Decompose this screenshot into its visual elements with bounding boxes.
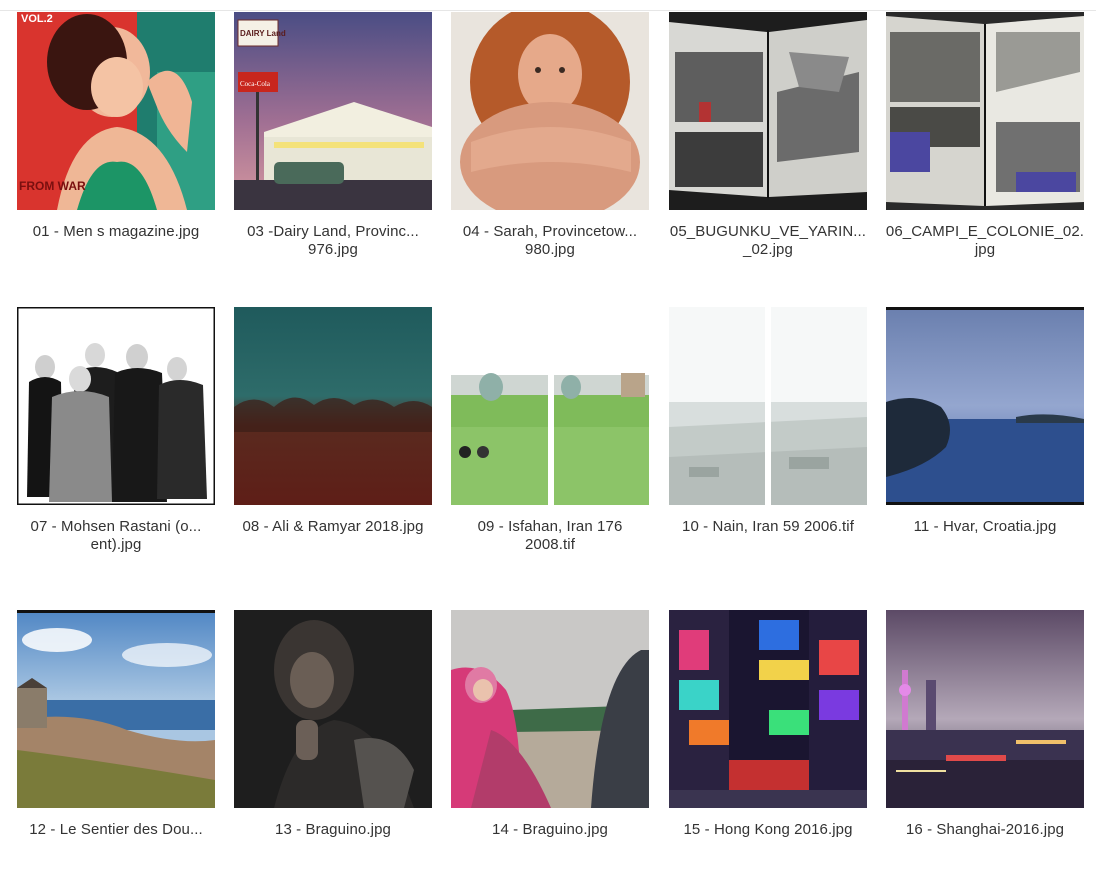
file-name-line2: 980.jpg [525, 241, 575, 258]
file-name: 01 - Men s magazine.jpg [11, 223, 221, 241]
image-grid: VOL.2 FROM WAR 01 - Men s magazine.jpg D… [0, 0, 1096, 848]
thumbnail-image[interactable] [669, 307, 867, 505]
thumbnail-image[interactable] [17, 610, 215, 808]
file-name-line1: 14 - Braguino.jpg [492, 821, 608, 838]
coke-sign-text: Coca-Cola [240, 80, 271, 88]
gallery-item[interactable]: 11 - Hvar, Croatia.jpg [886, 307, 1084, 587]
file-name-line2: 2008.tif [524, 536, 575, 553]
thumbnail-image[interactable] [234, 610, 432, 808]
gallery-item[interactable]: 13 - Braguino.jpg [234, 610, 432, 890]
file-name: 12 - Le Sentier des Dou... [11, 821, 221, 839]
gallery-item[interactable]: 09 - Isfahan, Iran 176 2008.tif [451, 307, 649, 587]
thumbnail-image[interactable]: VOL.2 FROM WAR [17, 12, 215, 210]
file-name: 11 - Hvar, Croatia.jpg [880, 518, 1090, 536]
gallery-item[interactable]: 12 - Le Sentier des Dou... [17, 610, 215, 890]
file-name: 07 - Mohsen Rastani (o... ent).jpg [11, 518, 221, 554]
gallery-item[interactable]: 14 - Braguino.jpg [451, 610, 649, 890]
gallery-item[interactable]: 06_CAMPI_E_COLONIE_02. jpg [886, 12, 1084, 292]
gallery-item[interactable]: 16 - Shanghai-2016.jpg [886, 610, 1084, 890]
file-name-line1: 09 - Isfahan, Iran 176 [477, 518, 623, 535]
file-name-line1: 10 - Nain, Iran 59 2006.tif [682, 518, 854, 535]
file-name-line1: 01 - Men s magazine.jpg [32, 223, 200, 240]
file-name-line1: 15 - Hong Kong 2016.jpg [683, 821, 853, 838]
gallery-item[interactable]: 10 - Nain, Iran 59 2006.tif [669, 307, 867, 587]
gallery-item[interactable]: DAIRY Land Coca-Cola 03 -Dairy Land, Pro… [234, 12, 432, 292]
gallery-item[interactable]: 04 - Sarah, Provincetow... 980.jpg [451, 12, 649, 292]
file-name: 03 -Dairy Land, Provinc... 976.jpg [228, 223, 438, 259]
file-name-line2: 976.jpg [308, 241, 358, 258]
file-name: 16 - Shanghai-2016.jpg [880, 821, 1090, 839]
thumbnail-image[interactable]: DAIRY Land Coca-Cola [234, 12, 432, 210]
thumbnail-image[interactable] [669, 610, 867, 808]
gallery-item[interactable]: 08 - Ali & Ramyar 2018.jpg [234, 307, 432, 587]
file-name-line2: _02.jpg [743, 241, 793, 258]
gallery-item[interactable]: 15 - Hong Kong 2016.jpg [669, 610, 867, 890]
thumbnail-image[interactable] [451, 610, 649, 808]
file-name: 06_CAMPI_E_COLONIE_02. jpg [880, 223, 1090, 259]
file-name-line1: 04 - Sarah, Provincetow... [462, 223, 638, 240]
file-name: 14 - Braguino.jpg [445, 821, 655, 839]
file-name: 15 - Hong Kong 2016.jpg [663, 821, 873, 839]
thumbnail-image[interactable] [451, 12, 649, 210]
file-name: 05_BUGUNKU_VE_YARIN... _02.jpg [663, 223, 873, 259]
file-name: 08 - Ali & Ramyar 2018.jpg [228, 518, 438, 536]
dairy-sign-text: DAIRY Land [240, 29, 286, 38]
gallery-item[interactable]: 07 - Mohsen Rastani (o... ent).jpg [17, 307, 215, 587]
file-name-line1: 12 - Le Sentier des Dou... [29, 821, 203, 838]
gallery-item[interactable]: VOL.2 FROM WAR 01 - Men s magazine.jpg [17, 12, 215, 292]
file-name-line1: 07 - Mohsen Rastani (o... [30, 518, 202, 535]
file-name: 13 - Braguino.jpg [228, 821, 438, 839]
magazine-vol-text: VOL.2 [21, 13, 53, 25]
thumbnail-image[interactable] [886, 307, 1084, 505]
file-name-line1: 13 - Braguino.jpg [275, 821, 391, 838]
thumbnail-image[interactable] [234, 307, 432, 505]
gallery-item[interactable]: 05_BUGUNKU_VE_YARIN... _02.jpg [669, 12, 867, 292]
file-name-line1: 03 -Dairy Land, Provinc... [247, 223, 419, 240]
file-name-line1: 06_CAMPI_E_COLONIE_02. [885, 223, 1085, 240]
file-name-line2: ent).jpg [90, 536, 142, 553]
magazine-war-text: FROM WAR [19, 179, 86, 193]
file-name-line1: 08 - Ali & Ramyar 2018.jpg [242, 518, 424, 535]
file-name: 10 - Nain, Iran 59 2006.tif [663, 518, 873, 536]
file-name-line1: 05_BUGUNKU_VE_YARIN... [669, 223, 867, 240]
thumbnail-image[interactable] [17, 307, 215, 505]
thumbnail-image[interactable] [886, 12, 1084, 210]
thumbnail-image[interactable] [451, 307, 649, 505]
thumbnail-image[interactable] [886, 610, 1084, 808]
thumbnail-image[interactable] [669, 12, 867, 210]
file-name-line2: jpg [974, 241, 996, 258]
file-name-line1: 11 - Hvar, Croatia.jpg [913, 518, 1057, 535]
file-name-line1: 16 - Shanghai-2016.jpg [905, 821, 1065, 838]
file-name: 09 - Isfahan, Iran 176 2008.tif [445, 518, 655, 554]
file-name: 04 - Sarah, Provincetow... 980.jpg [445, 223, 655, 259]
